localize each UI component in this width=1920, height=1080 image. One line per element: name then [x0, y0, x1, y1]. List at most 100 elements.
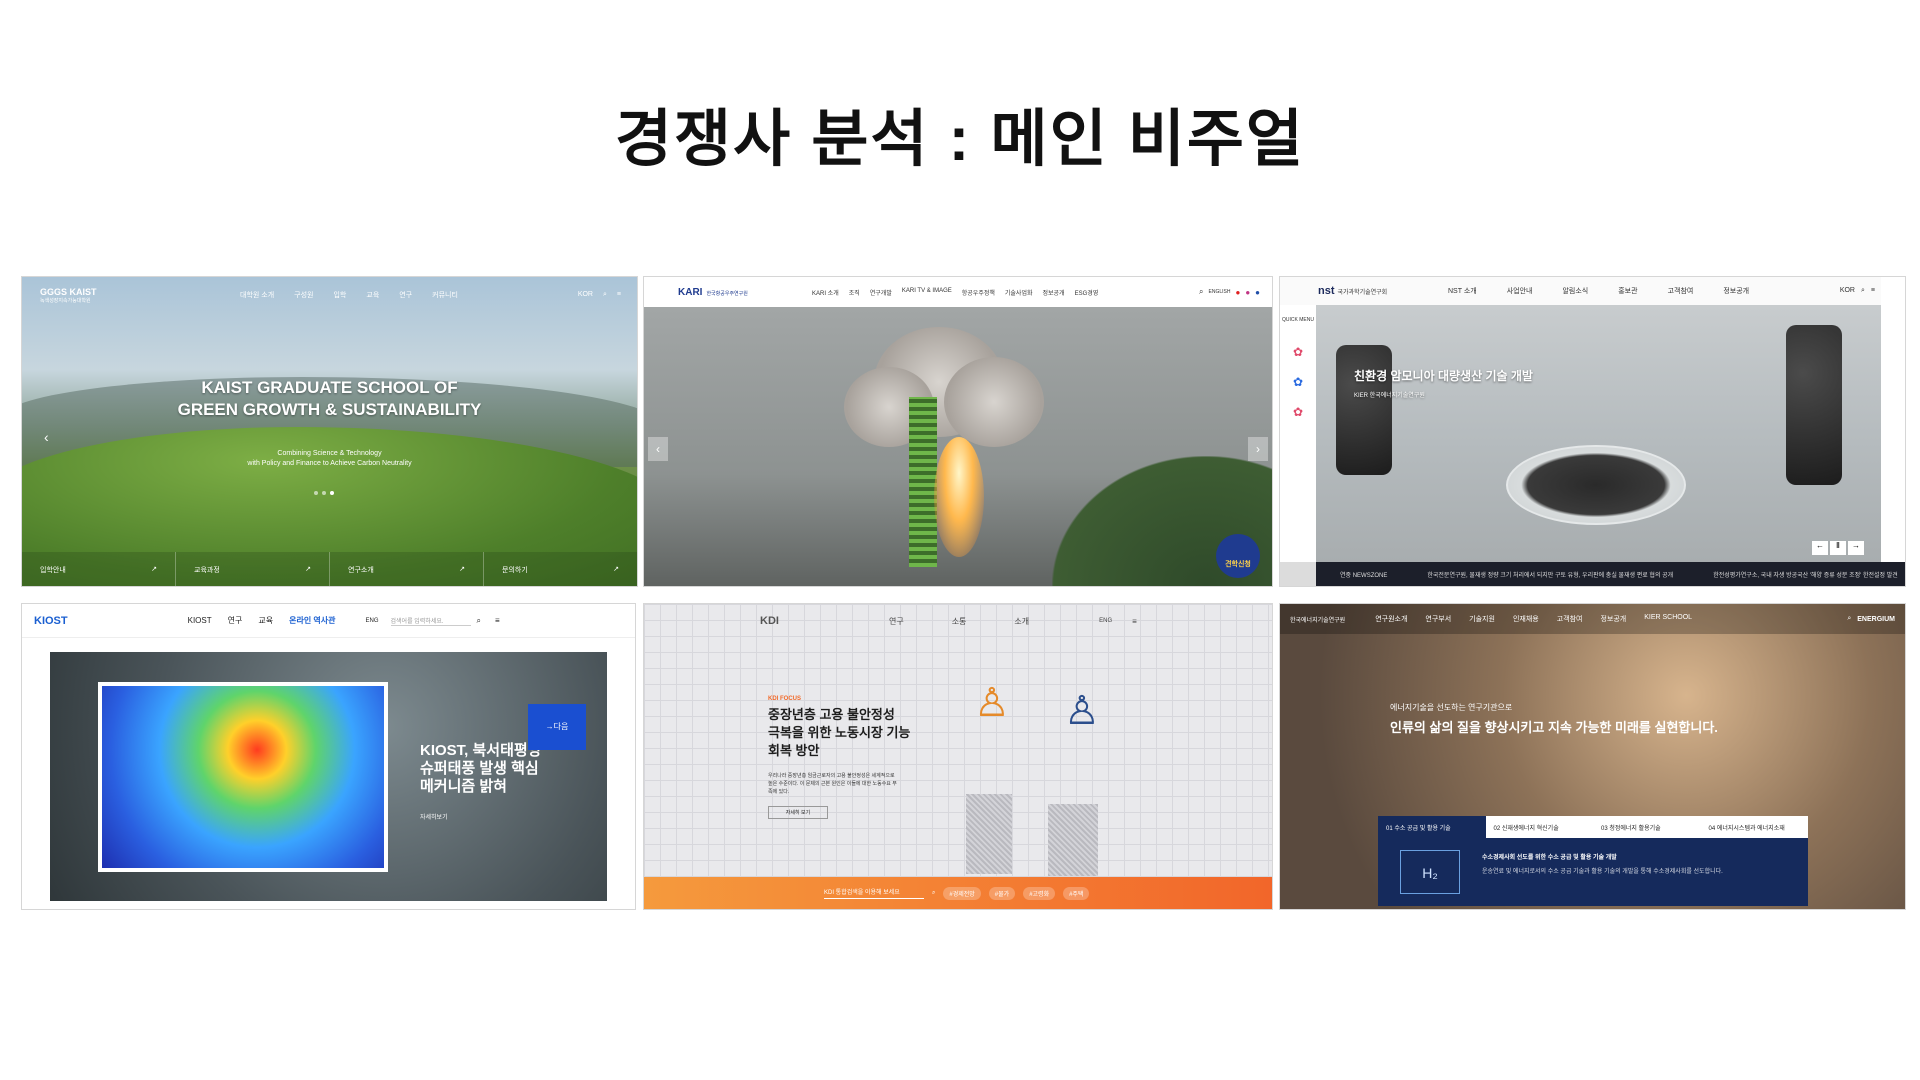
tour-badge[interactable]: 견학신청	[1216, 534, 1260, 578]
nav-item[interactable]: 인재채용	[1513, 614, 1539, 624]
search-icon[interactable]: ⌕	[1861, 287, 1865, 295]
kaist-logo[interactable]: GGGS KAIST	[40, 287, 160, 297]
smoke-cloud	[944, 357, 1044, 447]
focus-label: KDI FOCUS	[768, 696, 801, 702]
nav-item[interactable]: 고객참여	[1668, 286, 1694, 296]
search-input[interactable]: 검색어를 입력하세요.	[390, 616, 471, 626]
hero-area: KIOST, 북서태평양 슈퍼태풍 발생 핵심 메커니즘 밝혀 자세히보기	[50, 652, 607, 901]
nav-item[interactable]: 입학	[333, 290, 346, 300]
slider-dots[interactable]	[312, 482, 336, 500]
ticker-item[interactable]: 한전성평가연구소, 국내 자생 방공국산 '해양 증류 성분 조정' 한전설정 …	[1713, 570, 1898, 579]
prev-button[interactable]: ←	[1812, 541, 1828, 555]
lang-link[interactable]: ENG	[1099, 618, 1112, 624]
nst-header: nst 국가과학기술연구회 NST 소개 사업안내 알림소식 홍보관 고객참여 …	[1280, 277, 1905, 305]
instagram-icon[interactable]: ●	[1245, 288, 1250, 297]
nav-item[interactable]: 소통	[952, 616, 967, 627]
nav-item[interactable]: KARI 소개	[812, 288, 839, 297]
nav-item[interactable]: 항공우주정책	[962, 288, 995, 297]
nav-item[interactable]: 교육	[258, 615, 273, 626]
quick-icon[interactable]: ✿	[1280, 375, 1316, 389]
nav-item[interactable]: 연구부서	[1425, 614, 1451, 624]
launch-tower	[909, 397, 937, 567]
lang-link[interactable]: ENG	[366, 618, 379, 624]
nst-logo[interactable]: nst	[1318, 285, 1335, 297]
focus-headline-line3: 회복 방안	[768, 743, 820, 758]
menu-icon[interactable]: ≡	[495, 616, 500, 625]
nav-item[interactable]: KIER SCHOOL	[1644, 614, 1692, 624]
screenshot-nst: nst 국가과학기술연구회 NST 소개 사업안내 알림소식 홍보관 고객참여 …	[1279, 276, 1906, 587]
search-icon[interactable]: ⌕	[603, 291, 607, 299]
search-icon[interactable]: ⌕	[1847, 615, 1851, 623]
nav-item[interactable]: 연구원소개	[1375, 614, 1407, 624]
tag[interactable]: #경제전망	[943, 886, 981, 900]
kiost-logo[interactable]: KIOST	[34, 615, 68, 627]
next-button[interactable]: →다음	[528, 704, 586, 750]
menu-icon[interactable]: ≡	[1871, 287, 1875, 295]
energium-brand[interactable]: ENERGIUM	[1857, 616, 1895, 623]
nav-item[interactable]: KIOST	[188, 616, 212, 625]
nav-item[interactable]: 고객참여	[1557, 614, 1583, 624]
nav-item[interactable]: 교육	[366, 290, 379, 300]
nav-item[interactable]: 홍보관	[1618, 286, 1637, 296]
quick-link-research[interactable]: 연구소개 ↗	[330, 552, 484, 586]
nav-item[interactable]: 기술지원	[1469, 614, 1495, 624]
nav-item[interactable]: 연구개발	[870, 288, 892, 297]
nav-item[interactable]: NST 소개	[1448, 286, 1477, 296]
nav-item[interactable]: 연구	[228, 615, 243, 626]
nav-item[interactable]: 커뮤니티	[432, 290, 458, 300]
ticker-label[interactable]: 연중 NEWSZONE	[1340, 570, 1387, 579]
tab-system[interactable]: 04 에너지시스템과 에너지소재	[1701, 816, 1809, 838]
tag[interactable]: #주택	[1063, 886, 1090, 900]
nav-item[interactable]: 조직	[849, 288, 860, 297]
nst-logo-sub: 국가과학기술연구회	[1337, 290, 1388, 296]
nav-item[interactable]: KARI TV & IMAGE	[902, 288, 952, 297]
nav-item[interactable]: 연구	[399, 290, 412, 300]
kier-logo[interactable]: 한국에너지기술연구원	[1290, 615, 1345, 624]
nav-item[interactable]: 정보공개	[1600, 614, 1626, 624]
tab-clean[interactable]: 03 청정에너지 활용기술	[1593, 816, 1701, 838]
facebook-icon[interactable]: ●	[1255, 288, 1260, 297]
nav-item[interactable]: 정보공개	[1043, 288, 1065, 297]
tab-renewable[interactable]: 02 신재생에너지 혁신기술	[1486, 816, 1594, 838]
menu-icon[interactable]: ≡	[1132, 617, 1137, 626]
nav-item[interactable]: 대학원 소개	[240, 290, 274, 300]
youtube-icon[interactable]: ●	[1235, 288, 1240, 297]
nav-item[interactable]: 사업안내	[1507, 286, 1533, 296]
quick-icon[interactable]: ✿	[1280, 345, 1316, 359]
kari-logo[interactable]: KARI	[678, 287, 702, 298]
quick-link-curriculum[interactable]: 교육과정 ↗	[176, 552, 330, 586]
nav-item[interactable]: 알림소식	[1562, 286, 1588, 296]
more-button[interactable]: 자세히 보기	[768, 806, 828, 819]
nav-item-history[interactable]: 온라인 역사관	[289, 615, 335, 626]
next-arrow-icon[interactable]: ›	[1248, 437, 1268, 461]
lang-link[interactable]: ENGLISH	[1209, 289, 1231, 295]
nav-item[interactable]: ESG경영	[1075, 288, 1099, 297]
lang-select[interactable]: KOR	[1840, 287, 1855, 295]
nav-item[interactable]: 구성원	[294, 290, 313, 300]
tag[interactable]: #고령화	[1023, 886, 1056, 900]
menu-icon[interactable]: ≡	[617, 291, 621, 299]
pause-button[interactable]: Ⅱ	[1830, 541, 1846, 555]
search-icon[interactable]: ⌕	[932, 890, 935, 897]
nav-item[interactable]: 연구	[889, 616, 904, 627]
quick-link-contact[interactable]: 문의하기 ↗	[484, 552, 637, 586]
next-button[interactable]: →	[1848, 541, 1864, 555]
prev-arrow-icon[interactable]: ‹	[648, 437, 668, 461]
nav-item[interactable]: 소개	[1014, 616, 1029, 627]
more-link[interactable]: 자세히보기	[420, 812, 448, 821]
ticker-item[interactable]: 한국전문연구원, 물재생 정량 크기 처리에서 되지만 구토 유형, 우리판에 …	[1427, 570, 1673, 579]
search-input[interactable]: KDI 통합검색을 이용해 보세요	[824, 887, 924, 899]
tag[interactable]: #물가	[988, 886, 1016, 900]
hero-headline-line1: KIOST, 북서태평양	[420, 742, 542, 759]
nav-item[interactable]: 기술사업화	[1005, 288, 1033, 297]
kdi-logo[interactable]: KDI	[760, 615, 779, 627]
hero-headline-line2: GREEN GROWTH & SUSTAINABILITY	[177, 400, 482, 419]
quick-link-admission[interactable]: 입학안내 ↗	[22, 552, 176, 586]
prev-arrow-icon[interactable]: ‹	[44, 429, 49, 445]
tab-hydrogen[interactable]: 01 수소 공급 및 활용 기술	[1378, 816, 1486, 838]
search-icon[interactable]: ⌕	[1199, 287, 1203, 297]
quick-icon[interactable]: ✿	[1280, 405, 1316, 419]
nav-item[interactable]: 정보공개	[1723, 286, 1749, 296]
lang-select[interactable]: KOR	[578, 291, 593, 299]
search-icon[interactable]: ⌕	[477, 616, 481, 626]
